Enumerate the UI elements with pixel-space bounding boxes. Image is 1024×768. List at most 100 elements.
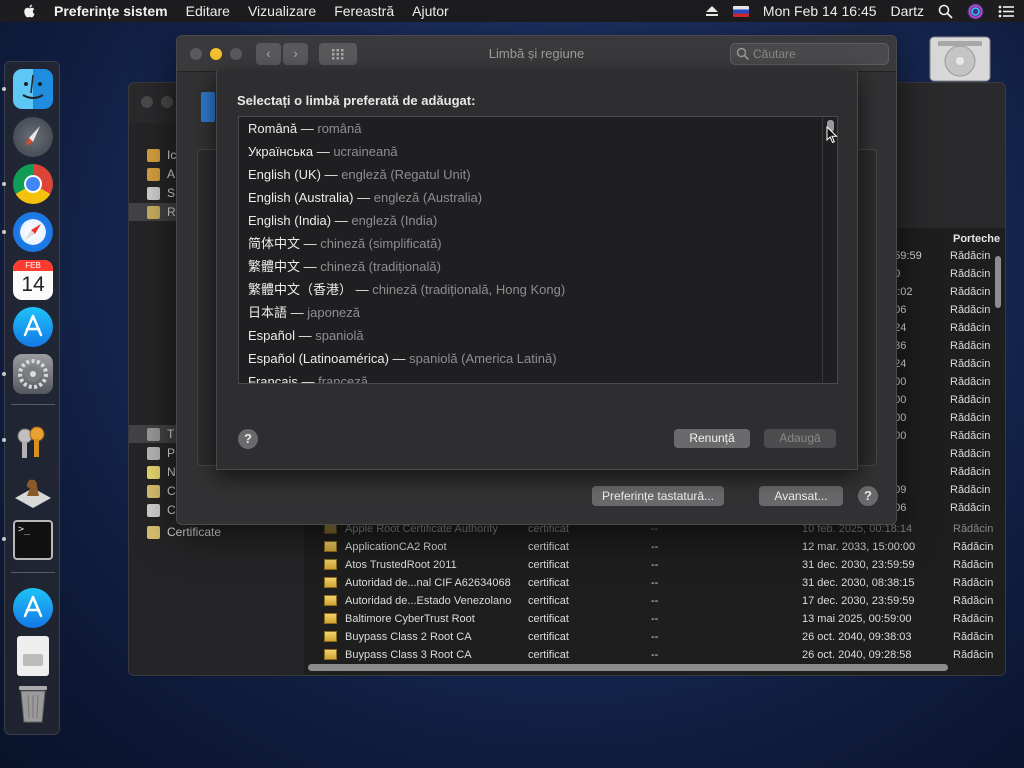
list-item[interactable]: 日本語 — japoneză (248, 301, 360, 324)
keychain-access-icon[interactable] (13, 422, 53, 462)
all-items-icon (147, 427, 160, 441)
document-icon[interactable] (17, 636, 49, 676)
help-button[interactable]: ? (858, 486, 878, 506)
table-horizontal-scrollbar[interactable] (308, 664, 948, 671)
chess-icon[interactable] (13, 472, 53, 512)
language-list-scrollbar[interactable] (822, 117, 837, 383)
search-field[interactable]: Căutare (730, 43, 889, 65)
menu-clock[interactable]: Mon Feb 14 16:45 (763, 3, 877, 19)
sheet-help-button[interactable]: ? (238, 429, 258, 449)
running-indicator (2, 537, 6, 541)
list-item[interactable]: 繁體中文 — chineză (tradițională) (248, 255, 441, 278)
cert-dash: -- (651, 613, 659, 625)
sidebar-item-category[interactable]: Certificate (129, 523, 304, 541)
notification-center-icon[interactable] (998, 5, 1014, 18)
safari-icon[interactable] (13, 212, 53, 252)
input-source-flag-icon[interactable] (732, 5, 749, 17)
menu-user[interactable]: Dartz (891, 3, 924, 19)
window-minimize-button[interactable] (161, 96, 173, 108)
scrollbar-thumb[interactable] (995, 256, 1001, 308)
table-row[interactable]: Buypass Class 3 Root CA certificat -- 26… (303, 646, 993, 664)
cert-name: Atos TrustedRoot 2011 (345, 559, 457, 571)
sheet-title: Selectați o limbă preferată de adăugat: (237, 93, 476, 108)
table-cell-keychain: Rădăcin (950, 412, 991, 424)
menu-help[interactable]: Ajutor (412, 3, 449, 19)
cert-expires: 26 oct. 2040, 09:28:58 (802, 649, 912, 661)
launchpad-icon[interactable] (13, 117, 53, 157)
list-item[interactable]: 简体中文 — chineză (simplificată) (248, 232, 442, 255)
apple-menu-icon[interactable] (20, 3, 40, 19)
language-romanian: spaniolă (America Latină) (409, 351, 557, 366)
cert-kind: certificat (528, 613, 569, 625)
list-item[interactable]: English (Australia) — engleză (Australia… (248, 186, 482, 209)
menu-edit[interactable]: Editare (186, 3, 230, 19)
list-item[interactable]: English (India) — engleză (India) (248, 209, 437, 232)
table-row[interactable]: Baltimore CyberTrust Root certificat -- … (303, 610, 993, 628)
siri-icon[interactable] (967, 3, 984, 20)
add-button[interactable]: Adaugă (764, 429, 836, 448)
table-cell-keychain: Rădăcin (950, 376, 991, 388)
spotlight-search-icon[interactable] (938, 4, 953, 19)
system-preferences-icon[interactable] (13, 354, 53, 394)
cert-keychain: Rădăcin (953, 523, 994, 535)
table-row[interactable]: ApplicationCA2 Root certificat -- 12 mar… (303, 538, 993, 556)
column-header-keychain[interactable]: Porteche (953, 228, 1000, 250)
language-native: 繁體中文（香港） (248, 282, 353, 297)
running-indicator (2, 438, 6, 442)
language-native: Español (Latinoamérica) (248, 351, 389, 366)
key-icon (147, 503, 160, 517)
table-row[interactable]: Buypass Class 2 Root CA certificat -- 26… (303, 628, 994, 646)
cert-expires: 26 oct. 2040, 09:38:03 (802, 631, 912, 643)
cancel-button[interactable]: Renunță (674, 429, 750, 448)
table-cell-keychain: Rădăcin (950, 394, 991, 406)
chrome-icon[interactable] (13, 164, 53, 204)
calendar-icon[interactable]: FEB 14 (13, 260, 53, 300)
hard-disk-icon[interactable] (924, 35, 996, 83)
list-item[interactable]: Română — română (248, 117, 361, 140)
dock-separator (11, 572, 55, 573)
language-native: Español (248, 328, 295, 343)
table-row[interactable]: Autoridad de...nal CIF A62634068 certifi… (303, 574, 993, 592)
list-item[interactable]: 繁體中文（香港） — chineză (tradițională, Hong K… (248, 278, 565, 301)
sidebar-item-label: Certificate (167, 525, 222, 539)
cert-name: Autoridad de...Estado Venezolano (345, 595, 512, 607)
note-icon (147, 465, 160, 479)
menu-window[interactable]: Fereastră (334, 3, 394, 19)
trash-icon[interactable] (15, 682, 51, 723)
language-romanian: chineză (tradițională, Hong Kong) (372, 282, 566, 297)
list-item[interactable]: English (UK) — engleză (Regatul Unit) (248, 163, 471, 186)
app-store-downloads-icon[interactable] (13, 588, 53, 628)
language-romanian: engleză (India) (351, 213, 438, 228)
cert-kind: certificat (528, 541, 569, 553)
app-store-icon[interactable] (13, 307, 53, 347)
window-close-button[interactable] (141, 96, 153, 108)
running-indicator (2, 230, 6, 234)
table-row[interactable]: Autoridad de...Estado Venezolano certifi… (303, 592, 993, 610)
cert-keychain: Rădăcin (953, 559, 994, 571)
lock-icon (147, 186, 160, 200)
list-item[interactable]: Українська — ucraineană (248, 140, 398, 163)
terminal-icon[interactable]: >_ (13, 520, 53, 560)
menu-view[interactable]: Vizualizare (248, 3, 316, 19)
sidebar-item-label: N (167, 465, 176, 479)
language-native: 简体中文 (248, 236, 301, 251)
language-romanian: spaniolă (315, 328, 364, 343)
eject-icon[interactable] (705, 5, 719, 17)
table-cell-keychain: Rădăcin (950, 502, 991, 514)
table-row[interactable]: Atos TrustedRoot 2011 certificat -- 31 d… (303, 556, 994, 574)
list-item[interactable]: Français — franceză (248, 370, 368, 383)
list-item[interactable]: Español (Latinoamérica) — spaniolă (Amer… (248, 347, 557, 370)
cert-keychain: Rădăcin (953, 631, 994, 643)
language-list[interactable]: Română — română Українська — ucraineană … (238, 116, 838, 384)
finder-icon[interactable] (13, 69, 53, 109)
table-vertical-scrollbar[interactable] (994, 248, 1002, 660)
search-placeholder: Căutare (753, 47, 796, 61)
menu-app-name[interactable]: Preferințe sistem (54, 3, 168, 19)
cert-expires: 31 dec. 2030, 23:59:59 (802, 559, 915, 571)
language-romanian: chineză (tradițională) (320, 259, 441, 274)
keyboard-preferences-button[interactable]: Preferințe tastatură... (592, 486, 725, 506)
certificate-icon (324, 595, 337, 606)
sidebar-item-label: C (167, 484, 176, 498)
list-item[interactable]: Español — spaniolă (248, 324, 364, 347)
advanced-button[interactable]: Avansat... (759, 486, 843, 506)
